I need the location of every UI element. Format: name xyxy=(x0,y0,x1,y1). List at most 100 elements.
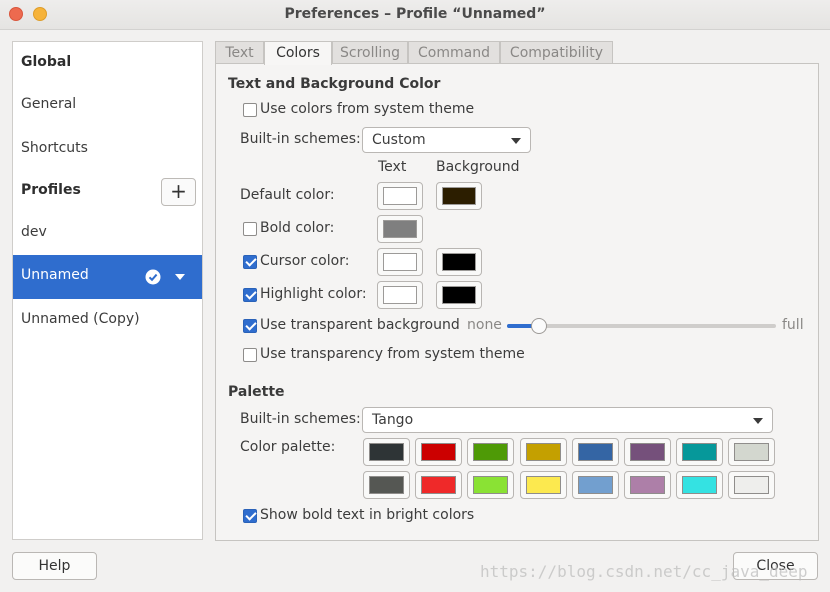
palette-bright-color-button-5[interactable] xyxy=(624,471,671,499)
transparency-slider-track[interactable] xyxy=(507,324,776,328)
color-swatch xyxy=(442,253,476,271)
sidebar-item-general[interactable]: General xyxy=(13,84,202,128)
color-swatch xyxy=(682,476,718,494)
palette-bright-color-button-3[interactable] xyxy=(519,471,567,499)
color-swatch xyxy=(442,286,476,304)
default-background-color-button[interactable] xyxy=(436,182,482,210)
sidebar-header-label: Global xyxy=(21,54,72,70)
transparency-system-label: Use transparency from system theme xyxy=(260,346,525,362)
watermark-text: https://blog.csdn.net/cc_java_deep xyxy=(480,562,808,581)
palette-bright-color-button-1[interactable] xyxy=(415,471,463,499)
color-swatch xyxy=(383,220,417,238)
color-swatch xyxy=(473,476,509,494)
sidebar-item-profile-unnamed-copy[interactable]: Unnamed (Copy) xyxy=(13,299,202,343)
builtin-schemes-value: Custom xyxy=(372,132,426,148)
color-swatch xyxy=(577,443,613,461)
cursor-background-color-button[interactable] xyxy=(436,248,482,276)
palette-normal-color-button-3[interactable] xyxy=(519,438,567,466)
palette-bright-color-button-0[interactable] xyxy=(363,471,410,499)
palette-builtin-schemes-select[interactable]: Tango xyxy=(362,407,773,433)
tab-text[interactable]: Text xyxy=(215,41,264,64)
color-swatch xyxy=(630,476,665,494)
chevron-down-icon xyxy=(511,138,521,144)
cursor-color-checkbox[interactable] xyxy=(243,255,257,269)
color-swatch xyxy=(577,476,613,494)
color-swatch xyxy=(383,286,417,304)
color-swatch xyxy=(473,443,509,461)
color-swatch xyxy=(421,443,457,461)
transparency-min-label: none xyxy=(467,317,502,333)
color-swatch xyxy=(383,253,417,271)
sidebar-header-profiles: Profiles + xyxy=(13,170,202,214)
add-profile-button[interactable]: + xyxy=(161,178,196,206)
transparency-system-checkbox[interactable] xyxy=(243,348,257,362)
transparency-max-label: full xyxy=(782,317,804,333)
default-profile-check-icon xyxy=(145,269,161,285)
sidebar-header-global: Global xyxy=(13,42,202,86)
bold-color-checkbox[interactable] xyxy=(243,222,257,236)
sidebar-item-label: Unnamed xyxy=(21,267,89,283)
sidebar-item-label: General xyxy=(21,96,77,112)
palette-normal-color-button-4[interactable] xyxy=(571,438,619,466)
color-swatch xyxy=(734,443,770,461)
cursor-text-color-button[interactable] xyxy=(377,248,423,276)
bold-bright-colors-checkbox[interactable] xyxy=(243,509,257,523)
builtin-schemes-label: Built-in schemes: xyxy=(240,131,361,147)
sidebar-item-label: Shortcuts xyxy=(21,140,88,156)
highlight-color-checkbox[interactable] xyxy=(243,288,257,302)
window-title: Preferences – Profile “Unnamed” xyxy=(284,6,546,22)
color-swatch xyxy=(369,443,404,461)
sidebar-item-label: dev xyxy=(21,224,47,240)
palette-normal-color-button-6[interactable] xyxy=(676,438,724,466)
cursor-color-label: Cursor color: xyxy=(260,253,350,269)
palette-normal-color-button-5[interactable] xyxy=(624,438,671,466)
highlight-text-color-button[interactable] xyxy=(377,281,423,309)
help-button[interactable]: Help xyxy=(12,552,97,580)
palette-normal-color-button-7[interactable] xyxy=(728,438,776,466)
color-swatch xyxy=(383,187,417,205)
use-system-colors-label: Use colors from system theme xyxy=(260,101,475,117)
bold-text-color-button[interactable] xyxy=(377,215,423,243)
bold-color-label: Bold color: xyxy=(260,220,335,236)
color-swatch xyxy=(734,476,770,494)
palette-normal-color-button-0[interactable] xyxy=(363,438,410,466)
transparent-background-checkbox[interactable] xyxy=(243,319,257,333)
color-swatch xyxy=(682,443,718,461)
section-title-palette: Palette xyxy=(228,384,285,400)
highlight-color-label: Highlight color: xyxy=(260,286,367,302)
tab-compatibility[interactable]: Compatibility xyxy=(500,41,613,64)
builtin-schemes-select[interactable]: Custom xyxy=(362,127,531,153)
transparent-background-label: Use transparent background xyxy=(260,317,460,333)
sidebar-item-shortcuts[interactable]: Shortcuts xyxy=(13,128,202,172)
palette-builtin-schemes-value: Tango xyxy=(372,412,414,428)
tab-colors[interactable]: Colors xyxy=(264,41,332,65)
palette-bright-color-button-4[interactable] xyxy=(571,471,619,499)
palette-bright-color-button-7[interactable] xyxy=(728,471,776,499)
use-system-colors-checkbox[interactable] xyxy=(243,103,257,117)
color-swatch xyxy=(630,443,665,461)
palette-bright-color-button-2[interactable] xyxy=(467,471,515,499)
sidebar-header-label: Profiles xyxy=(21,182,81,198)
profile-menu-chevron-down-icon[interactable] xyxy=(175,274,185,280)
color-palette-label: Color palette: xyxy=(240,439,336,455)
sidebar-item-profile-unnamed[interactable]: Unnamed xyxy=(13,255,202,299)
tab-scrolling[interactable]: Scrolling xyxy=(332,41,408,64)
highlight-background-color-button[interactable] xyxy=(436,281,482,309)
sidebar-item-label: Unnamed (Copy) xyxy=(21,311,140,327)
color-swatch xyxy=(525,443,561,461)
sidebar-item-profile-dev[interactable]: dev xyxy=(13,212,202,256)
palette-builtin-schemes-label: Built-in schemes: xyxy=(240,411,361,427)
palette-normal-color-button-2[interactable] xyxy=(467,438,515,466)
title-bar: Preferences – Profile “Unnamed” xyxy=(0,0,830,30)
tab-command[interactable]: Command xyxy=(408,41,500,64)
palette-normal-color-button-1[interactable] xyxy=(415,438,463,466)
sidebar: Global General Shortcuts Profiles + dev … xyxy=(12,41,203,540)
column-header-text: Text xyxy=(378,159,407,175)
chevron-down-icon xyxy=(753,418,763,424)
color-swatch xyxy=(525,476,561,494)
color-swatch xyxy=(442,187,476,205)
color-swatch xyxy=(369,476,404,494)
palette-bright-color-button-6[interactable] xyxy=(676,471,724,499)
section-title-text-bg: Text and Background Color xyxy=(228,76,441,92)
default-text-color-button[interactable] xyxy=(377,182,423,210)
